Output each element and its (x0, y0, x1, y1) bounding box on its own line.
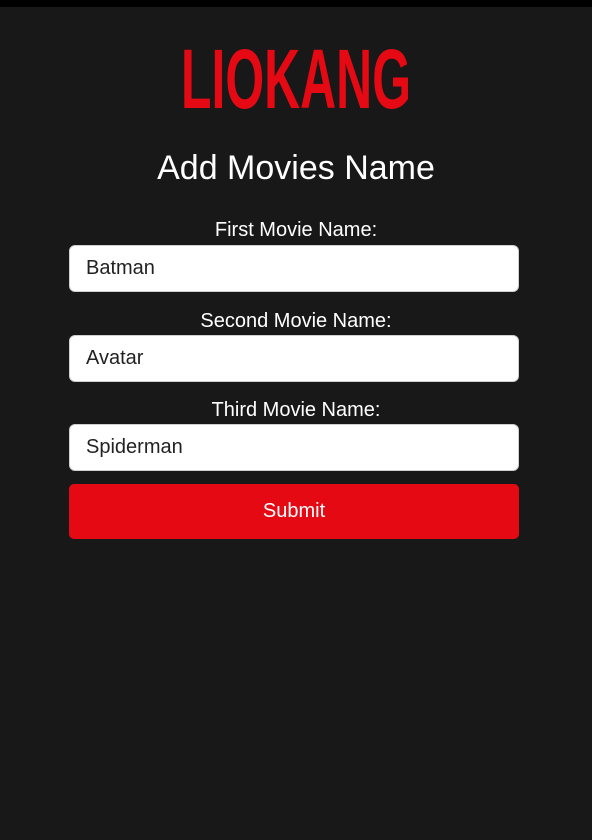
first-movie-input[interactable] (69, 245, 519, 292)
third-movie-label: Third Movie Name: (211, 399, 381, 421)
second-movie-input[interactable] (69, 335, 519, 382)
page-title: Add Movies Name (157, 149, 435, 187)
top-bar (0, 0, 592, 7)
logo-wordmark: LIOKANG (181, 36, 411, 112)
third-movie-input[interactable] (69, 424, 519, 471)
logo-text: LIOKANG (181, 36, 411, 112)
logo: LIOKANG (0, 36, 592, 116)
submit-button[interactable]: Submit (69, 484, 519, 539)
first-movie-label: First Movie Name: (214, 219, 378, 241)
second-movie-label: Second Movie Name: (200, 310, 392, 332)
